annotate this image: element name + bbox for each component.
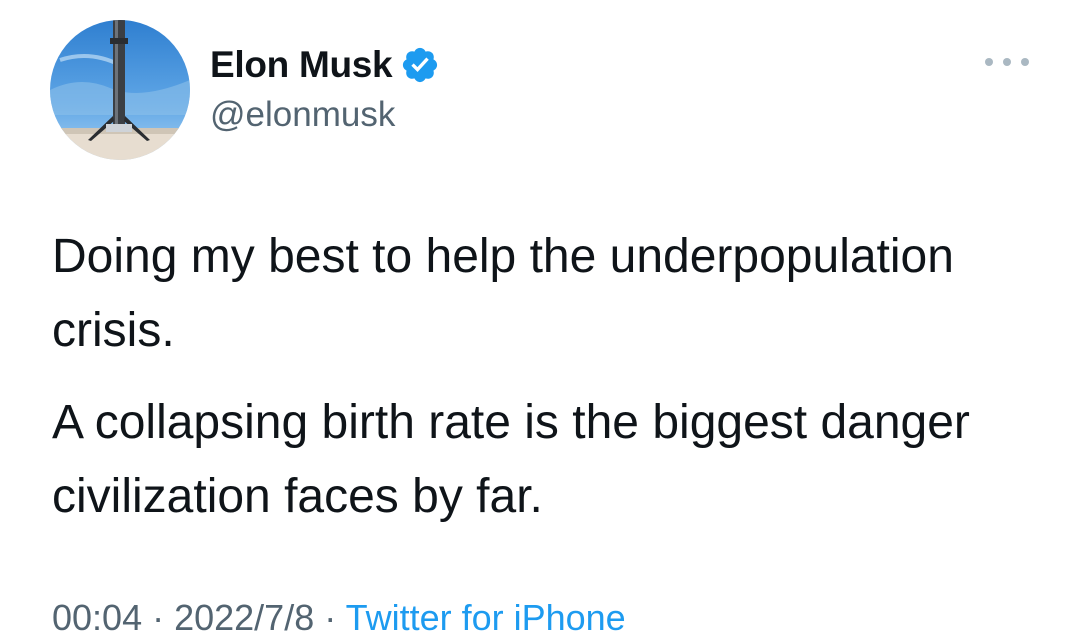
author-handle[interactable]: @elonmusk: [210, 93, 395, 137]
author-name[interactable]: Elon Musk: [210, 42, 393, 88]
tweet-paragraph: Doing my best to help the underpopulatio…: [52, 230, 954, 357]
tweet-paragraph: A collapsing birth rate is the biggest d…: [52, 396, 970, 523]
author-name-row: Elon Musk: [210, 42, 440, 88]
tweet-text: Doing my best to help the underpopulatio…: [52, 220, 1052, 534]
meta-separator: ·: [314, 597, 346, 638]
avatar[interactable]: [50, 20, 190, 160]
more-dot: [1003, 58, 1011, 66]
meta-separator: ·: [142, 597, 175, 638]
more-dot: [985, 58, 993, 66]
tweet-date[interactable]: 2022/7/8: [174, 597, 314, 638]
rocket-booster-avatar-icon: [50, 20, 190, 160]
tweet-meta: 00:04 · 2022/7/8 · Twitter for iPhone: [52, 593, 626, 643]
more-dot: [1021, 58, 1029, 66]
tweet-source-link[interactable]: Twitter for iPhone: [346, 597, 626, 638]
tweet-time[interactable]: 00:04: [52, 597, 142, 638]
verified-badge-icon: [400, 45, 440, 85]
more-options-icon[interactable]: [985, 50, 1029, 74]
